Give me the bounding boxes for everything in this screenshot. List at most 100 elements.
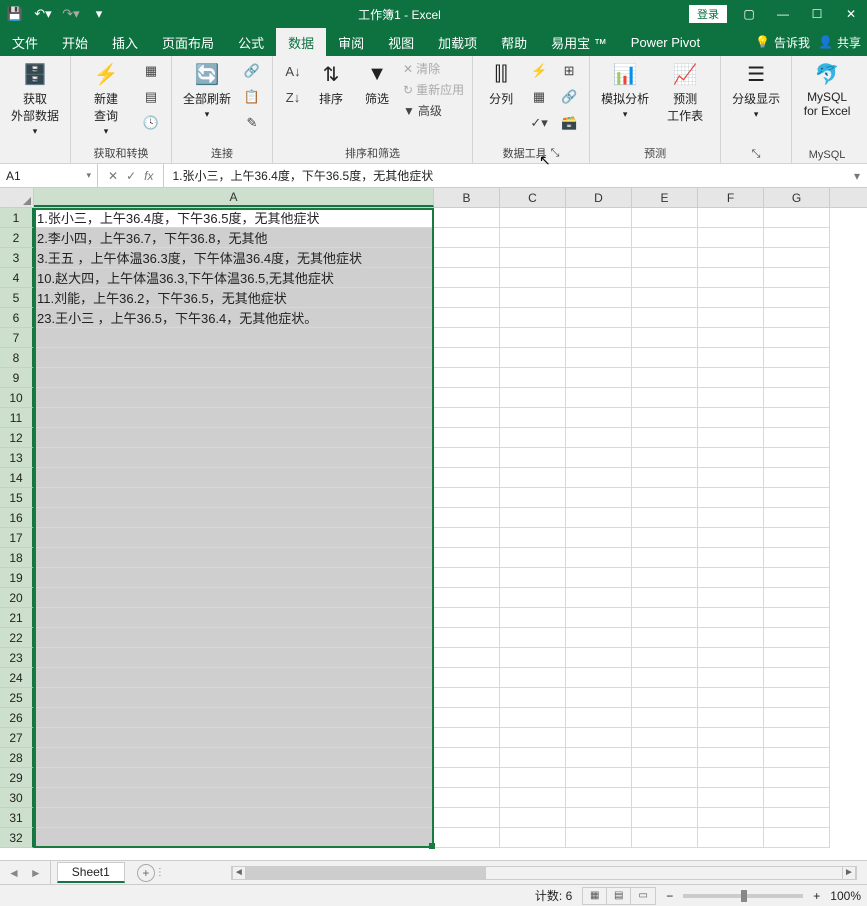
cell[interactable] (764, 508, 830, 528)
cell[interactable] (434, 628, 500, 648)
consolidate-button[interactable]: ⊞ (557, 60, 581, 82)
zoom-out-button[interactable]: − (666, 889, 673, 903)
cell[interactable] (632, 628, 698, 648)
cell[interactable] (698, 228, 764, 248)
cell[interactable] (434, 708, 500, 728)
row-header[interactable]: 24 (0, 668, 34, 688)
cell[interactable] (698, 808, 764, 828)
cell[interactable] (434, 568, 500, 588)
cell[interactable] (566, 228, 632, 248)
what-if-button[interactable]: 📊 模拟分析 ▾ (598, 60, 652, 120)
cell[interactable] (698, 428, 764, 448)
row-header[interactable]: 30 (0, 788, 34, 808)
cell[interactable] (764, 648, 830, 668)
reapply-filter-button[interactable]: ↻ 重新应用 (403, 81, 464, 98)
cell[interactable] (434, 788, 500, 808)
menu-tab-易用宝 ™[interactable]: 易用宝 ™ (539, 28, 619, 56)
cell[interactable] (566, 408, 632, 428)
row-header[interactable]: 31 (0, 808, 34, 828)
sheet-nav-next-icon[interactable]: ► (30, 866, 42, 880)
cell[interactable] (764, 268, 830, 288)
cell[interactable] (632, 608, 698, 628)
cell[interactable] (500, 588, 566, 608)
cell[interactable] (500, 708, 566, 728)
cell[interactable] (764, 308, 830, 328)
cell[interactable] (566, 208, 632, 228)
cell[interactable] (764, 788, 830, 808)
connections-button[interactable]: 🔗 (240, 60, 264, 82)
cell[interactable] (500, 408, 566, 428)
cell[interactable] (500, 328, 566, 348)
cell[interactable] (434, 388, 500, 408)
cell[interactable] (434, 228, 500, 248)
cell[interactable] (434, 368, 500, 388)
cell[interactable] (632, 268, 698, 288)
cell[interactable] (34, 588, 434, 608)
cell[interactable] (34, 328, 434, 348)
cell[interactable] (566, 668, 632, 688)
cell[interactable] (566, 448, 632, 468)
data-model-button[interactable]: 🗃️ (557, 112, 581, 134)
cell[interactable] (500, 268, 566, 288)
cell[interactable]: 11.刘能，上午36.2，下午36.5，无其他症状 (34, 288, 434, 308)
menu-tab-视图[interactable]: 视图 (376, 28, 426, 56)
cell[interactable] (500, 428, 566, 448)
cell[interactable] (434, 508, 500, 528)
row-header[interactable]: 8 (0, 348, 34, 368)
menu-tab-审阅[interactable]: 审阅 (326, 28, 376, 56)
qat-more-icon[interactable]: ▾ (88, 3, 110, 25)
cell[interactable] (34, 688, 434, 708)
cell[interactable] (764, 808, 830, 828)
show-queries-button[interactable]: ▦ (139, 60, 163, 82)
cell[interactable] (566, 788, 632, 808)
from-table-button[interactable]: ▤ (139, 86, 163, 108)
cell[interactable] (434, 728, 500, 748)
cell[interactable] (764, 448, 830, 468)
cell[interactable] (566, 588, 632, 608)
flash-fill-button[interactable]: ⚡ (527, 60, 551, 82)
cell[interactable] (764, 548, 830, 568)
cell[interactable] (500, 308, 566, 328)
text-to-columns-button[interactable]: ⫿⫿ 分列 (481, 60, 521, 107)
menu-tab-数据[interactable]: 数据 (276, 28, 326, 56)
menu-tab-文件[interactable]: 文件 (0, 28, 50, 56)
cell[interactable] (698, 748, 764, 768)
cell[interactable] (764, 248, 830, 268)
cell[interactable] (698, 248, 764, 268)
cell[interactable] (698, 708, 764, 728)
cell[interactable] (566, 368, 632, 388)
cell[interactable] (500, 728, 566, 748)
name-box[interactable]: A1▾ (0, 164, 98, 187)
cell[interactable] (764, 408, 830, 428)
cell[interactable] (764, 608, 830, 628)
redo-icon[interactable]: ↷▾ (60, 3, 82, 25)
fx-icon[interactable]: fx (144, 169, 153, 183)
cell[interactable] (500, 228, 566, 248)
cell[interactable] (698, 408, 764, 428)
cell[interactable] (434, 588, 500, 608)
cell[interactable] (566, 488, 632, 508)
sheet-nav-prev-icon[interactable]: ◄ (8, 866, 20, 880)
cell[interactable] (632, 308, 698, 328)
cell[interactable] (34, 768, 434, 788)
cell[interactable] (34, 568, 434, 588)
cell[interactable] (434, 688, 500, 708)
cell[interactable] (500, 488, 566, 508)
cell[interactable] (566, 528, 632, 548)
cell[interactable] (500, 528, 566, 548)
cell[interactable] (500, 748, 566, 768)
cell[interactable] (500, 648, 566, 668)
cell[interactable] (434, 608, 500, 628)
accept-formula-icon[interactable]: ✓ (126, 169, 136, 183)
column-header-F[interactable]: F (698, 188, 764, 207)
cell[interactable] (632, 768, 698, 788)
cell[interactable] (764, 348, 830, 368)
column-header-B[interactable]: B (434, 188, 500, 207)
row-header[interactable]: 23 (0, 648, 34, 668)
relationships-button[interactable]: 🔗 (557, 86, 581, 108)
cell[interactable] (34, 788, 434, 808)
cell[interactable] (698, 568, 764, 588)
cell[interactable] (698, 208, 764, 228)
properties-button[interactable]: 📋 (240, 86, 264, 108)
cell[interactable] (434, 648, 500, 668)
